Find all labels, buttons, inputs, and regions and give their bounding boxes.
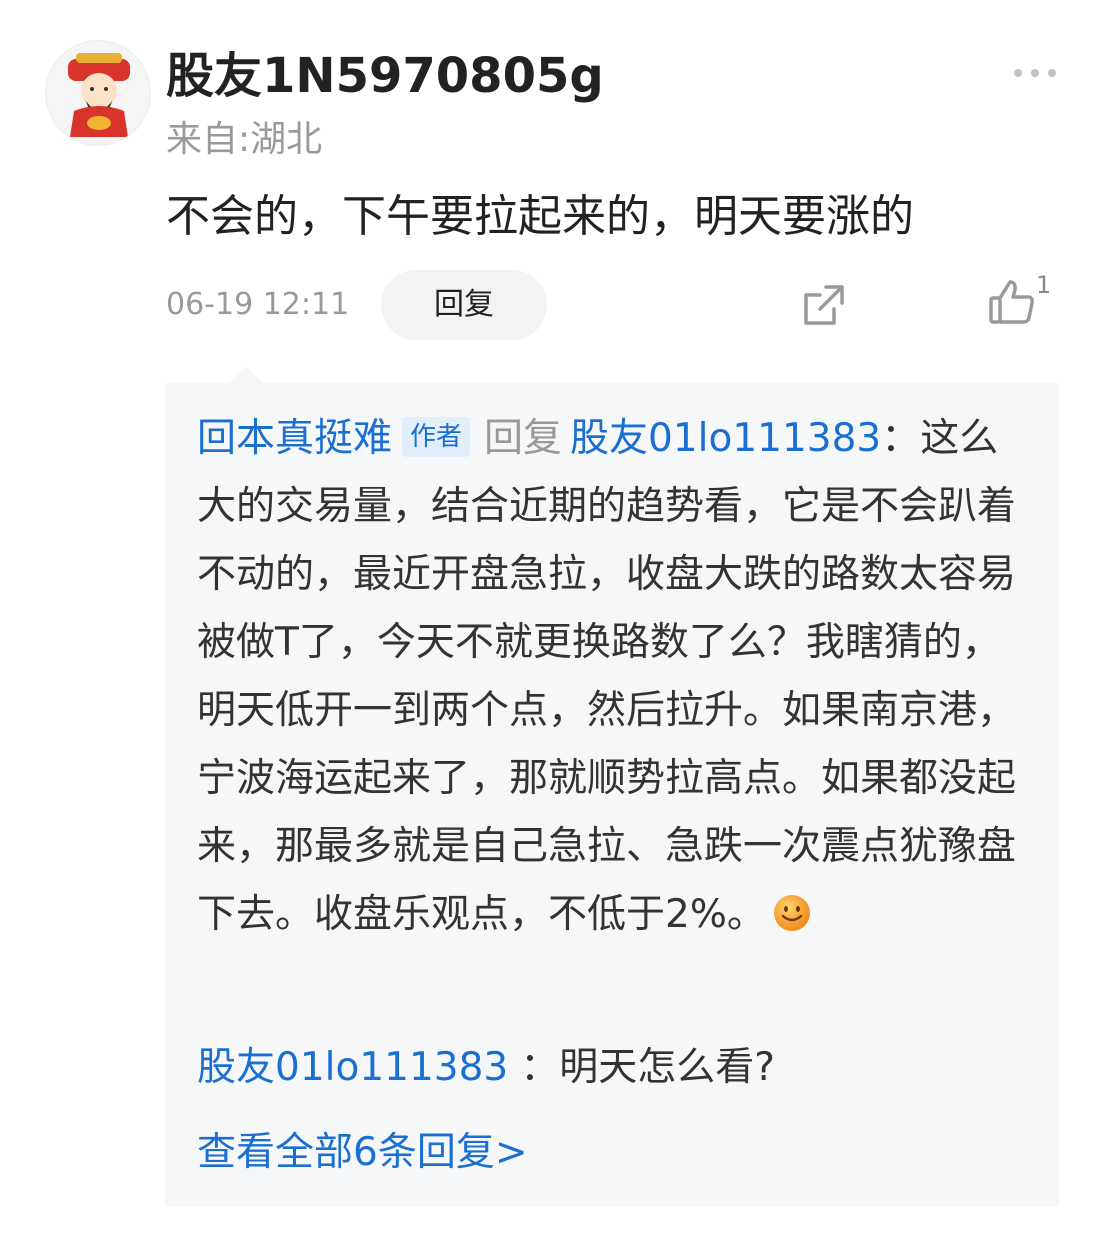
like-count: 1 <box>1036 271 1052 299</box>
username[interactable]: 股友1N5970805g <box>166 44 604 108</box>
reply-separator: ： <box>520 1045 560 1090</box>
comment-text: 不会的，下午要拉起来的，明天要涨的 <box>166 191 914 242</box>
caishen-avatar-icon <box>68 53 130 137</box>
share-icon[interactable] <box>800 281 848 329</box>
reply-button[interactable]: 回复 <box>381 270 547 340</box>
reply-separator: ： <box>881 416 921 461</box>
avatar[interactable] <box>45 40 151 146</box>
reply-author[interactable]: 股友01lo111383 <box>197 1045 508 1090</box>
reply-text: 明天怎么看? <box>559 1045 775 1090</box>
view-all-replies-link[interactable]: 查看全部6条回复> <box>197 1123 528 1183</box>
location-label: 来自:湖北 <box>166 119 323 160</box>
author-badge: 作者 <box>402 417 471 457</box>
smile-emoji-icon <box>772 887 812 955</box>
reply-word: 回复 <box>484 416 563 461</box>
reply-item: 回本真挺难 作者 回复 股友01lo111383：这么大的交易量，结合近期的趋势看，它… <box>197 405 1037 955</box>
reply-text: 这么大的交易量，结合近期的趋势看，它是不会趴着不动的，最近开盘急拉，收盘大跌的路… <box>197 416 1017 937</box>
reply-author[interactable]: 回本真挺难 <box>197 416 392 461</box>
reply-target-user[interactable]: 股友01lo111383 <box>570 416 881 461</box>
reply-box: 回本真挺难 作者 回复 股友01lo111383：这么大的交易量，结合近期的趋势看，它… <box>165 383 1059 1206</box>
thumbs-up-icon[interactable] <box>986 276 1038 328</box>
more-icon[interactable] <box>1010 62 1060 84</box>
reply-box-pointer <box>228 366 264 384</box>
reply-item: 股友01lo111383 ：明天怎么看? <box>197 1035 1037 1101</box>
timestamp: 06-19 12:11 <box>166 287 350 322</box>
